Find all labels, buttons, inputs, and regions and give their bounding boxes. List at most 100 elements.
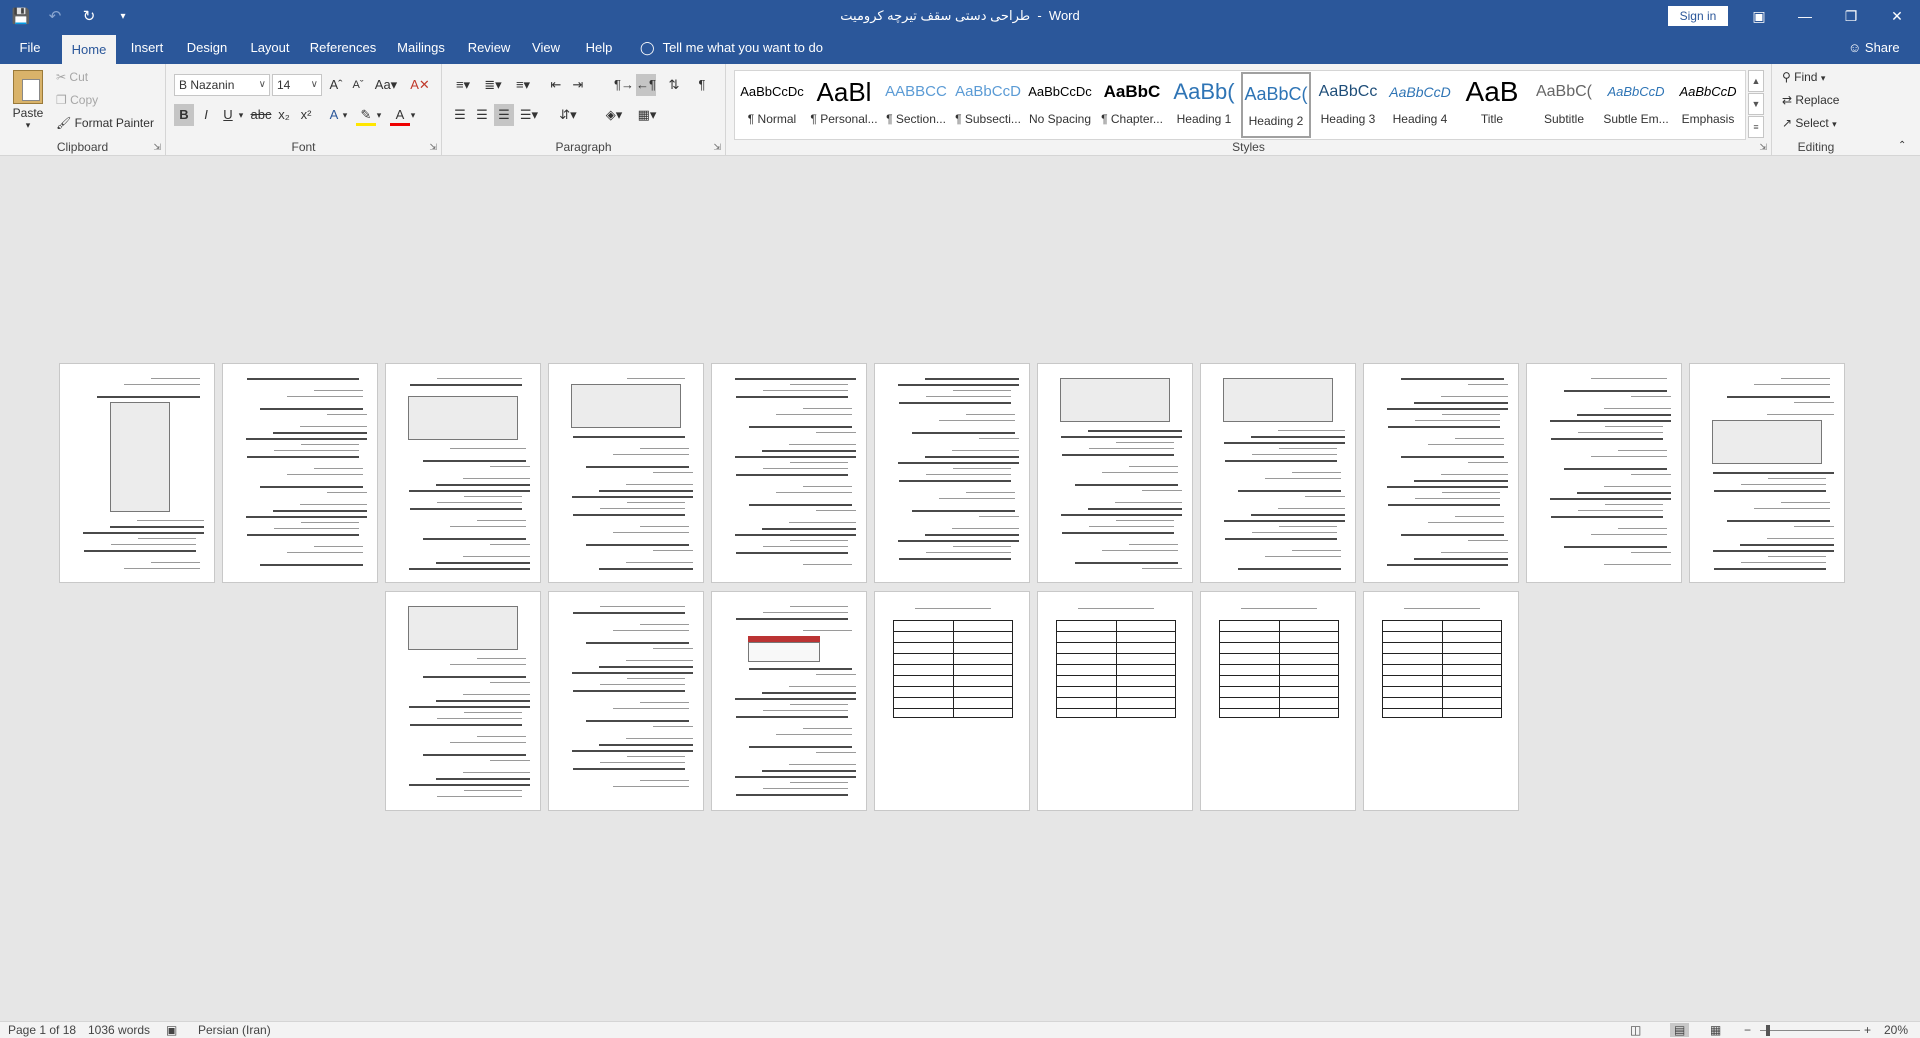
tab-insert[interactable]: Insert (124, 32, 170, 64)
style-heading-2[interactable]: AaBbC(Heading 2 (1241, 72, 1311, 138)
align-left-icon[interactable]: ☰ (450, 104, 470, 126)
page-thumbnail[interactable] (59, 363, 215, 583)
style-normal[interactable]: AaBbCcDc ¶ Normal (737, 72, 807, 138)
page-thumbnail[interactable] (711, 591, 867, 811)
page-thumbnail[interactable] (1037, 363, 1193, 583)
show-formatting-marks-icon[interactable]: ¶ (692, 74, 712, 96)
gallery-scroll-down-icon[interactable]: ▼ (1748, 93, 1764, 115)
ltr-direction-icon[interactable]: ¶→ (614, 74, 634, 96)
zoom-slider[interactable] (1760, 1030, 1860, 1031)
align-right-icon[interactable]: ☰ (494, 104, 514, 126)
page-thumbnail[interactable] (1037, 591, 1193, 811)
sort-icon[interactable]: ⇅ (664, 74, 684, 96)
cut-button[interactable]: ✂ Cut (56, 70, 88, 84)
page-thumbnail[interactable] (548, 363, 704, 583)
decrease-indent-icon[interactable]: ⇤ (546, 74, 566, 96)
multilevel-list-icon[interactable]: ≡▾ (510, 74, 536, 96)
web-layout-icon[interactable]: ▦ (1710, 1023, 1721, 1037)
subscript-icon[interactable]: x₂ (274, 104, 294, 126)
strikethrough-icon[interactable]: abc (250, 104, 272, 126)
find-button[interactable]: ⚲ Find ▾ (1782, 70, 1825, 84)
word-count[interactable]: 1036 words (88, 1023, 150, 1037)
restore-icon[interactable]: ❐ (1828, 0, 1874, 32)
minimize-icon[interactable]: — (1782, 0, 1828, 32)
dialog-launcher-icon[interactable]: ⇲ (713, 142, 721, 153)
font-color-chevron-down-icon[interactable]: ▾ (408, 104, 418, 126)
page-thumbnail[interactable] (385, 363, 541, 583)
numbering-icon[interactable]: ≣▾ (480, 74, 506, 96)
highlight-icon[interactable]: ✎ (356, 104, 376, 126)
page-thumbnail[interactable] (1526, 363, 1682, 583)
font-color-icon[interactable]: A (390, 104, 410, 126)
text-effects-chevron-down-icon[interactable]: ▾ (340, 104, 350, 126)
print-layout-icon[interactable]: ▤ (1670, 1023, 1690, 1037)
tell-me-box[interactable]: ◯ Tell me what you want to do (640, 32, 823, 64)
grow-font-icon[interactable]: Aˆ (326, 74, 346, 96)
close-icon[interactable]: ✕ (1874, 0, 1920, 32)
bold-icon[interactable]: B (174, 104, 194, 126)
shading-icon[interactable]: ◈▾ (600, 104, 628, 126)
tab-review[interactable]: Review (462, 32, 516, 64)
change-case-icon[interactable]: Aa▾ (372, 74, 400, 96)
zoom-in-icon[interactable]: + (1864, 1023, 1871, 1037)
tab-file[interactable]: File (10, 32, 50, 64)
align-center-icon[interactable]: ☰ (472, 104, 492, 126)
tab-view[interactable]: View (526, 32, 566, 64)
page-thumbnail[interactable] (222, 363, 378, 583)
sign-in-button[interactable]: Sign in (1668, 6, 1728, 26)
replace-button[interactable]: ⇄ Replace (1782, 93, 1839, 107)
font-size-combo[interactable]: 14 ∨ (272, 74, 322, 96)
clear-formatting-icon[interactable]: A✕ (410, 74, 430, 96)
rtl-direction-icon[interactable]: ←¶ (636, 74, 656, 96)
tab-design[interactable]: Design (180, 32, 234, 64)
page-thumbnail[interactable] (1363, 591, 1519, 811)
tab-mailings[interactable]: Mailings (390, 32, 452, 64)
style-section[interactable]: AABBCC ¶ Section... (881, 72, 951, 138)
zoom-level[interactable]: 20% (1884, 1023, 1908, 1037)
page-indicator[interactable]: Page 1 of 18 (8, 1023, 76, 1037)
zoom-slider-thumb[interactable] (1766, 1025, 1770, 1036)
style-no-spacing[interactable]: AaBbCcDc No Spacing (1025, 72, 1095, 138)
collapse-ribbon-icon[interactable]: ⌃ (1898, 140, 1906, 151)
page-thumbnail[interactable] (548, 591, 704, 811)
dialog-launcher-icon[interactable]: ⇲ (153, 142, 161, 153)
gallery-more-icon[interactable]: ≡ (1748, 116, 1764, 138)
tab-references[interactable]: References (306, 32, 380, 64)
style-title[interactable]: AaB Title (1457, 72, 1527, 138)
highlight-chevron-down-icon[interactable]: ▾ (374, 104, 384, 126)
increase-indent-icon[interactable]: ⇥ (568, 74, 588, 96)
font-name-combo[interactable]: B Nazanin ∨ (174, 74, 270, 96)
page-thumbnail[interactable] (1363, 363, 1519, 583)
page-thumbnail[interactable] (1689, 363, 1845, 583)
page-thumbnail[interactable] (874, 591, 1030, 811)
read-mode-icon[interactable]: ◫ (1630, 1023, 1641, 1037)
style-subtle-emphasis[interactable]: AaBbCcD Subtle Em... (1601, 72, 1671, 138)
share-button[interactable]: ☺ Share (1848, 32, 1900, 64)
paste-button[interactable]: Paste ▾ (10, 70, 46, 131)
tab-layout[interactable]: Layout (244, 32, 296, 64)
proofing-icon[interactable]: ▣ (166, 1023, 177, 1037)
tab-help[interactable]: Help (576, 32, 622, 64)
page-thumbnail[interactable] (1200, 363, 1356, 583)
page-thumbnail[interactable] (874, 363, 1030, 583)
dialog-launcher-icon[interactable]: ⇲ (1759, 142, 1767, 153)
style-heading-4[interactable]: AaBbCcD Heading 4 (1385, 72, 1455, 138)
zoom-out-icon[interactable]: − (1744, 1023, 1751, 1037)
underline-icon[interactable]: U (218, 104, 238, 126)
style-subsection[interactable]: AaBbCcD ¶ Subsecti... (953, 72, 1023, 138)
ribbon-display-options-icon[interactable]: ▣ (1736, 0, 1782, 32)
customize-qat-chevron-down-icon[interactable]: ▾ (112, 11, 134, 22)
italic-icon[interactable]: I (196, 104, 216, 126)
page-thumbnail[interactable] (1200, 591, 1356, 811)
style-emphasis[interactable]: AaBbCcD Emphasis (1673, 72, 1743, 138)
line-spacing-icon[interactable]: ⇵▾ (554, 104, 582, 126)
shrink-font-icon[interactable]: Aˇ (348, 74, 368, 96)
select-button[interactable]: ↗ Select ▾ (1782, 116, 1837, 130)
tab-home[interactable]: Home (62, 35, 116, 64)
language-indicator[interactable]: Persian (Iran) (198, 1023, 271, 1037)
underline-chevron-down-icon[interactable]: ▾ (236, 104, 246, 126)
style-subtitle[interactable]: AaBbC(Subtitle (1529, 72, 1599, 138)
dialog-launcher-icon[interactable]: ⇲ (429, 142, 437, 153)
bullets-icon[interactable]: ≡▾ (450, 74, 476, 96)
style-personal[interactable]: AaBl ¶ Personal... (809, 72, 879, 138)
